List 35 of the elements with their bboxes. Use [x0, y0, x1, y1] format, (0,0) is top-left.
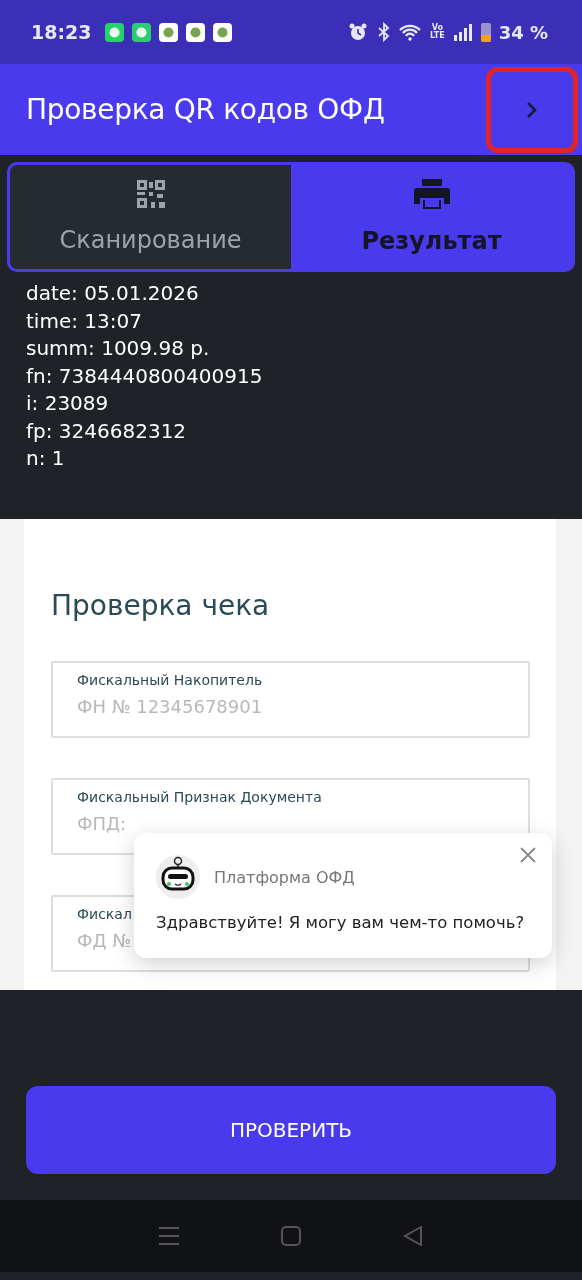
result-line: summ: 1009.98 р.	[26, 335, 211, 362]
clock-time: 18:23	[31, 21, 92, 43]
field-label: Фискал	[77, 906, 132, 922]
app-title: Проверка QR кодов ОФД	[26, 93, 386, 126]
printer-icon	[413, 179, 450, 209]
input-field[interactable]: ФД №	[77, 930, 504, 951]
home-icon[interactable]	[281, 1226, 301, 1246]
battery-icon	[480, 22, 491, 42]
result-line: fp: 3246682312	[26, 417, 188, 445]
chat-sender: Платформа ОФД	[214, 867, 355, 887]
chat-message: Здравствуйте! Я могу вам чем-то помочь?	[156, 913, 526, 932]
input-field[interactable]: ФПД:	[77, 813, 504, 834]
result-line: n: 1	[26, 445, 66, 472]
menu-icon[interactable]	[159, 1226, 179, 1246]
battery-percent: 34 %	[498, 21, 548, 43]
close-icon	[520, 847, 536, 863]
chevron-right-icon	[526, 100, 538, 119]
network-label: LTE	[429, 32, 445, 40]
form-title: Проверка чека	[51, 589, 271, 622]
field-label: Фискальный Накопитель	[77, 672, 263, 688]
result-line: time: 13:07	[26, 307, 143, 335]
check-button[interactable]: ПРОВЕРИТЬ	[26, 1086, 556, 1174]
alarm-icon	[347, 22, 368, 42]
network-label: Vo	[431, 24, 443, 32]
field-label: Фискальный Признак Документа	[77, 789, 322, 805]
signal-icon	[452, 22, 473, 42]
result-line: i: 23089	[26, 390, 110, 417]
back-icon[interactable]	[403, 1226, 423, 1246]
result-line: date: 05.01.2026	[26, 280, 200, 307]
input-field[interactable]: ФН № 12345678901	[77, 696, 504, 717]
result-line: fn: 7384440800400915	[26, 362, 264, 390]
wifi-icon	[397, 22, 422, 42]
qr-code-icon	[136, 180, 165, 208]
robot-avatar-icon	[156, 855, 200, 899]
tab[interactable]: Сканирование	[10, 165, 291, 269]
